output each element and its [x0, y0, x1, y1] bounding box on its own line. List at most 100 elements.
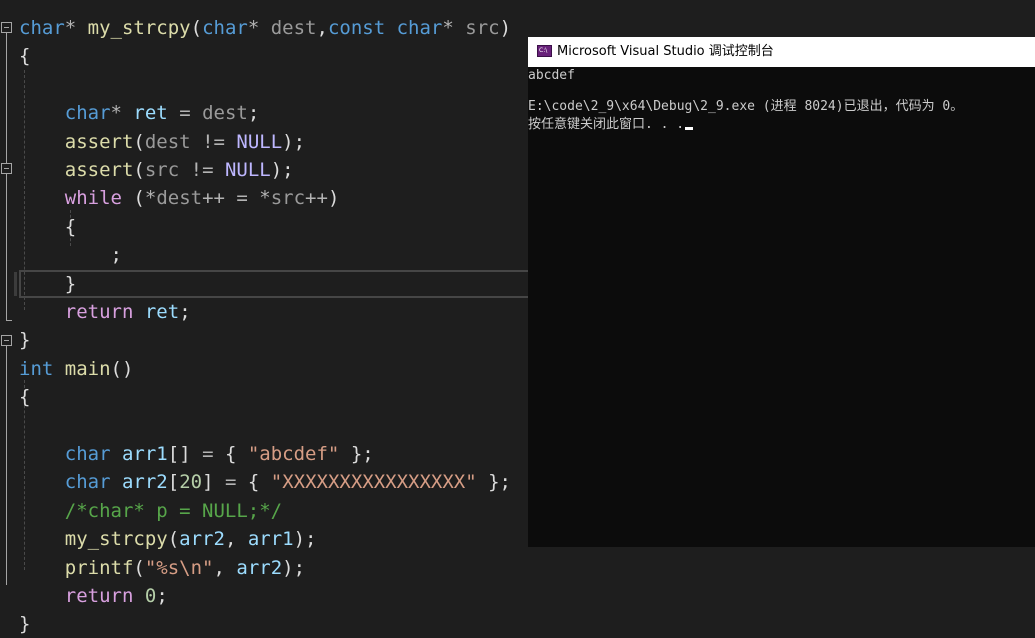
- code-token-op: !=: [190, 131, 237, 153]
- code-line[interactable]: char* ret = dest;: [19, 99, 260, 127]
- code-token-punct: ,: [213, 557, 237, 579]
- code-token-punct: ;: [179, 301, 191, 323]
- collapse-strcpy-icon[interactable]: [1, 22, 12, 33]
- code-token-num: 20: [179, 471, 203, 493]
- code-token-punct: ]: [202, 471, 214, 493]
- code-token-ctrl: return: [64, 301, 134, 323]
- code-line[interactable]: printf("%s\n", arr2);: [19, 554, 305, 582]
- code-token-punct: }: [19, 329, 31, 351]
- code-token-punct: ;: [19, 244, 122, 266]
- fold-guide-main: [6, 346, 7, 585]
- code-token-op: !=: [179, 159, 225, 181]
- code-token-punct: };: [476, 471, 511, 493]
- code-line[interactable]: ;: [19, 241, 122, 269]
- code-line[interactable]: int main(): [19, 355, 133, 383]
- code-token-punct: [19, 301, 65, 323]
- code-line[interactable]: }: [19, 610, 30, 638]
- code-token-punct: [19, 131, 65, 153]
- code-token-kw: const: [327, 17, 386, 39]
- code-token-param: src: [270, 187, 306, 209]
- code-token-punct: [19, 585, 65, 607]
- code-token-punct: (: [133, 557, 145, 579]
- code-token-punct: ,: [224, 528, 248, 550]
- current-line-highlight: [19, 270, 528, 298]
- code-token-punct: {: [224, 443, 248, 465]
- code-token-op: ++: [305, 187, 328, 209]
- debug-console-window[interactable]: C:\ Microsoft Visual Studio 调试控制台 abcdef…: [528, 37, 1035, 547]
- code-token-fn: my_strcpy: [64, 528, 168, 550]
- code-line[interactable]: {: [19, 42, 30, 70]
- code-token-punct: [19, 443, 65, 465]
- code-token-punct: [385, 17, 396, 39]
- code-token-punct: (): [110, 358, 134, 380]
- code-token-op: *: [247, 17, 271, 39]
- code-token-fn: my_strcpy: [87, 17, 191, 39]
- code-token-kw: char: [64, 471, 111, 493]
- code-token-kw: char: [64, 443, 111, 465]
- code-token-punct: );: [293, 528, 317, 550]
- code-line[interactable]: return 0;: [19, 582, 168, 610]
- code-token-punct: [111, 471, 122, 493]
- code-line[interactable]: {: [19, 383, 30, 411]
- code-line[interactable]: return ret;: [19, 298, 191, 326]
- console-title-bar[interactable]: C:\ Microsoft Visual Studio 调试控制台: [528, 37, 1035, 67]
- code-token-punct: };: [339, 443, 374, 465]
- code-token-var: ret: [133, 102, 168, 124]
- code-token-punct: ;: [156, 585, 168, 607]
- code-token-op: *: [110, 102, 134, 124]
- code-line[interactable]: char arr2[20] = { "XXXXXXXXXXXXXXXX" };: [19, 468, 511, 496]
- code-token-punct: ,: [316, 17, 328, 39]
- code-token-punct: (: [133, 131, 145, 153]
- code-token-fn: assert: [64, 159, 134, 181]
- code-token-macro: NULL: [224, 159, 271, 181]
- code-token-str: "XXXXXXXXXXXXXXXX": [270, 471, 477, 493]
- code-token-kw: char: [202, 17, 248, 39]
- code-token-kw: char: [396, 17, 443, 39]
- code-token-punct: (: [133, 159, 145, 181]
- code-token-op: *: [144, 187, 157, 209]
- collapse-main-icon[interactable]: [1, 335, 12, 346]
- code-token-punct: [19, 471, 65, 493]
- code-line[interactable]: }: [19, 326, 30, 354]
- text-cursor: [685, 127, 694, 130]
- console-output-area[interactable]: abcdef E:\code\2_9\x64\Debug\2_9.exe (进程…: [528, 67, 1035, 547]
- code-token-punct: [19, 159, 65, 181]
- code-token-op: *: [64, 17, 88, 39]
- code-token-punct: [53, 358, 64, 380]
- code-token-punct: [111, 443, 122, 465]
- code-token-punct: ): [499, 17, 512, 39]
- code-line[interactable]: assert(dest != NULL);: [19, 128, 305, 156]
- code-token-param: src: [465, 17, 500, 39]
- code-token-punct: (: [190, 17, 203, 39]
- console-output-line: 按任意键关闭此窗口. . .: [528, 116, 694, 134]
- code-line[interactable]: char arr1[] = { "abcdef" };: [19, 440, 374, 468]
- console-output-line: abcdef: [528, 68, 575, 83]
- code-token-punct: []: [167, 443, 191, 465]
- code-token-param: dest: [156, 187, 203, 209]
- code-token-op: =: [213, 471, 248, 493]
- code-token-punct: [133, 301, 144, 323]
- code-token-macro: NULL: [236, 131, 283, 153]
- code-token-punct: [19, 557, 65, 579]
- code-line[interactable]: }: [19, 270, 76, 298]
- code-token-num: 0: [144, 585, 157, 607]
- code-token-punct: [19, 500, 65, 522]
- code-token-punct: );: [282, 131, 306, 153]
- visual-studio-console-icon: C:\: [537, 45, 552, 57]
- code-token-kw: char: [64, 102, 111, 124]
- code-token-op: =: [167, 102, 203, 124]
- code-line[interactable]: /*char* p = NULL;*/: [19, 497, 282, 525]
- collapse-while-icon[interactable]: [1, 163, 12, 174]
- code-line[interactable]: {: [19, 213, 76, 241]
- code-token-fn: main: [64, 358, 111, 380]
- code-line[interactable]: while (*dest++ = *src++): [19, 184, 340, 212]
- change-marker: [14, 272, 17, 296]
- code-token-punct: );: [282, 557, 306, 579]
- code-line[interactable]: char* my_strcpy(char* dest,const char* s…: [19, 14, 511, 42]
- code-line[interactable]: assert(src != NULL);: [19, 156, 294, 184]
- code-token-str: "%s\n": [144, 557, 214, 579]
- code-token-punct: }: [19, 273, 77, 295]
- code-token-punct: {: [19, 386, 31, 408]
- code-token-ctrl: while: [64, 187, 122, 209]
- code-line[interactable]: my_strcpy(arr2, arr1);: [19, 525, 317, 553]
